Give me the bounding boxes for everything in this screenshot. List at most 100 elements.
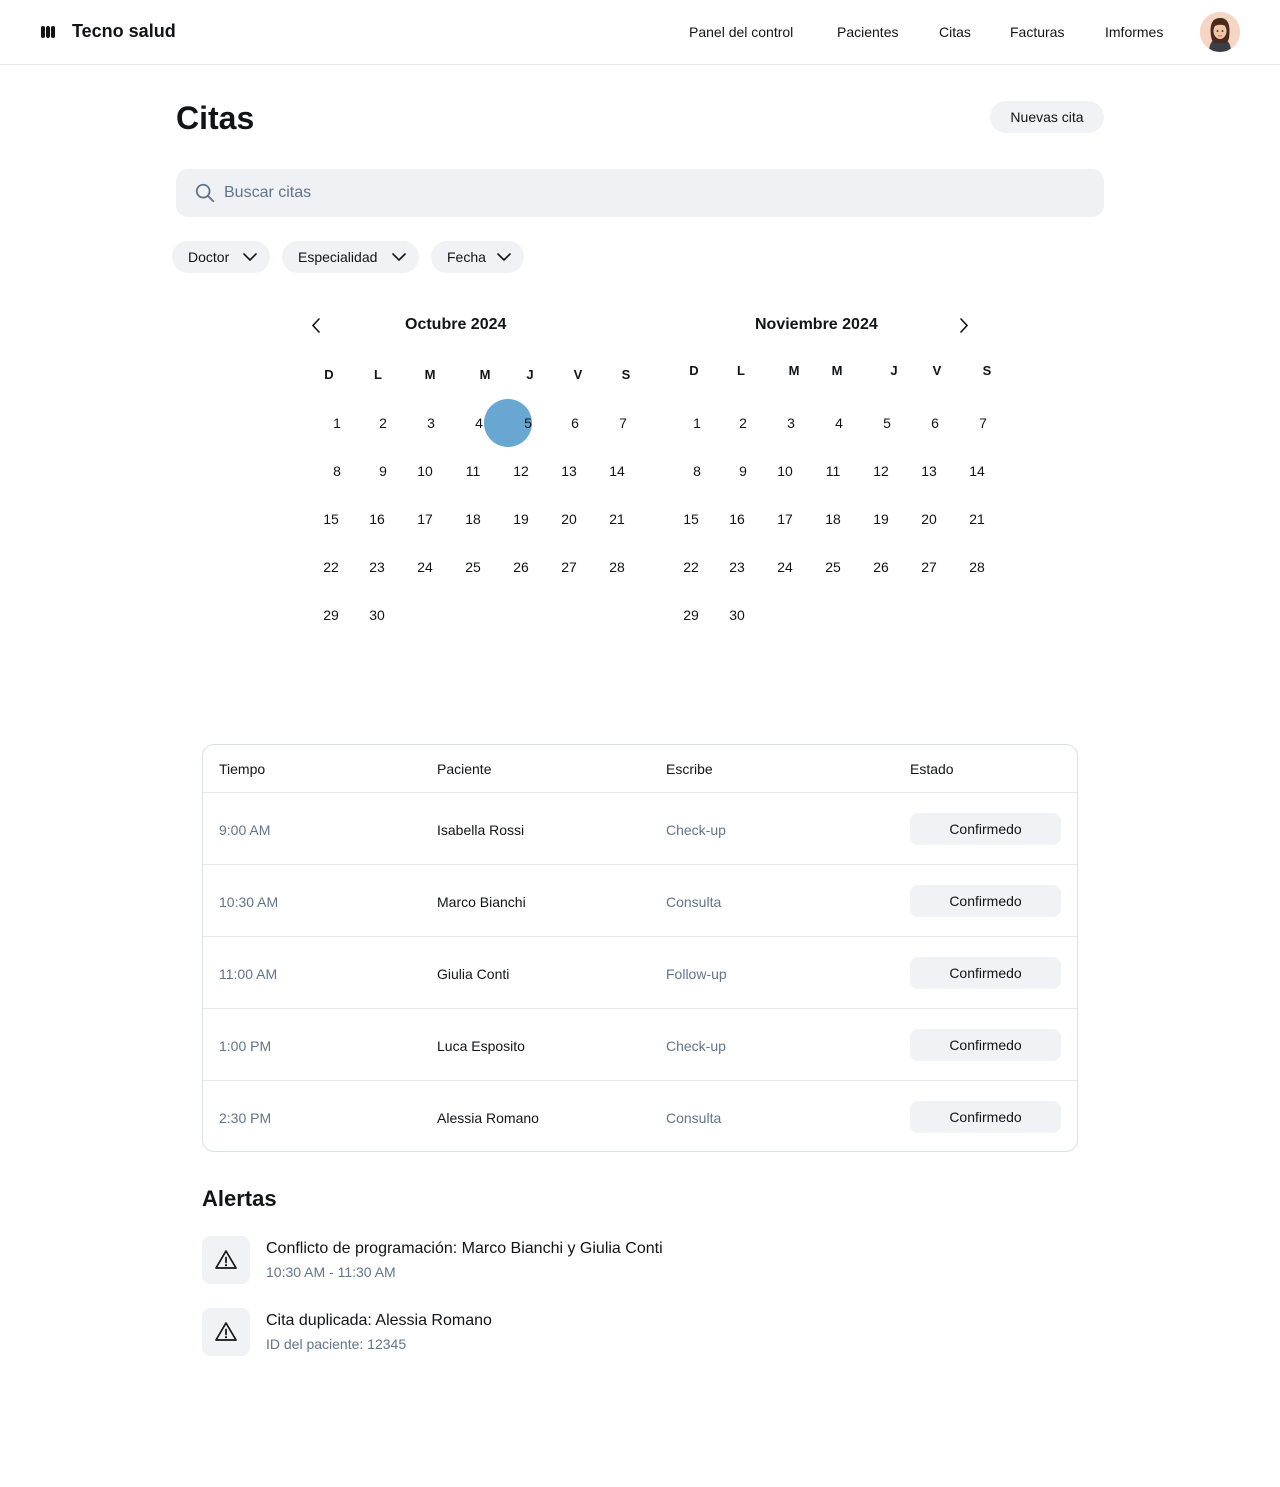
next-month-icon[interactable] [954,316,974,336]
calendar-day[interactable]: 24 [410,559,440,575]
calendar-day[interactable]: 2 [368,415,398,431]
calendar-day[interactable]: 16 [362,511,392,527]
calendar-day[interactable]: 13 [914,463,944,479]
calendar-day[interactable]: 10 [770,463,800,479]
calendar-day[interactable]: 20 [554,511,584,527]
calendar-day[interactable]: 25 [818,559,848,575]
calendar-day[interactable]: 2 [728,415,758,431]
calendar-day[interactable]: 4 [824,415,854,431]
status-badge[interactable]: Confirmedo [910,885,1061,917]
status-badge[interactable]: Confirmedo [910,1101,1061,1133]
calendar-day[interactable]: 30 [722,607,752,623]
table-row[interactable]: 1:00 PM Luca Esposito Check-up Confirmed… [203,1008,1077,1080]
column-header-patient: Paciente [437,761,492,777]
calendar-day[interactable]: 21 [962,511,992,527]
calendar-day[interactable]: 5 [872,415,902,431]
calendar-day[interactable]: 12 [866,463,896,479]
calendar-day[interactable]: 20 [914,511,944,527]
filter-doctor-label: Doctor [188,249,230,265]
weekday-label: J [526,367,534,382]
calendar-day[interactable]: 7 [608,415,638,431]
status-badge[interactable]: Confirmedo [910,957,1061,989]
calendar-day[interactable]: 23 [362,559,392,575]
calendar-day[interactable]: 1 [682,415,712,431]
calendar-day[interactable]: 9 [368,463,398,479]
calendar-day[interactable]: 26 [866,559,896,575]
appointment-time: 1:00 PM [219,1038,272,1054]
appointment-patient: Marco Bianchi [437,894,526,910]
calendar-day[interactable]: 3 [416,415,446,431]
alert-title[interactable]: Cita duplicada: Alessia Romano [266,1312,492,1330]
calendar-day[interactable]: 6 [920,415,950,431]
calendar-day[interactable]: 27 [914,559,944,575]
nav-dashboard[interactable]: Panel del control [689,24,793,40]
nav-appointments[interactable]: Citas [939,24,971,40]
nav-reports[interactable]: Imformes [1105,24,1163,40]
calendar-day[interactable]: 28 [602,559,632,575]
calendar-day[interactable]: 8 [322,463,352,479]
calendar-day[interactable]: 18 [458,511,488,527]
table-row[interactable]: 10:30 AM Marco Bianchi Consulta Confirme… [203,864,1077,936]
calendar-day[interactable]: 13 [554,463,584,479]
calendar-day[interactable]: 14 [602,463,632,479]
calendar-day[interactable]: 3 [776,415,806,431]
column-header-type: Escribe [666,761,713,777]
filter-date[interactable]: Fecha [431,241,524,273]
calendar-day[interactable]: 24 [770,559,800,575]
table-row[interactable]: 2:30 PM Alessia Romano Consulta Confirme… [203,1080,1077,1152]
brand-name[interactable]: Tecno salud [72,21,176,42]
calendar-day[interactable]: 30 [362,607,392,623]
calendar-day[interactable]: 22 [676,559,706,575]
appointment-time: 9:00 AM [219,822,271,838]
calendar-day[interactable]: 17 [410,511,440,527]
calendar-day[interactable]: 12 [506,463,536,479]
calendar-day[interactable]: 29 [316,607,346,623]
calendar-day[interactable]: 21 [602,511,632,527]
calendar-day[interactable]: 11 [818,463,848,479]
nav-patients[interactable]: Pacientes [837,24,898,40]
calendar-day[interactable]: 4 [464,415,494,431]
weekday-label: S [621,367,631,382]
column-header-status: Estado [910,761,954,777]
filter-doctor[interactable]: Doctor [172,241,270,273]
nav-invoices[interactable]: Facturas [1010,24,1064,40]
calendar-day[interactable]: 14 [962,463,992,479]
calendar-day[interactable]: 11 [458,463,488,479]
search-input[interactable] [224,169,1084,217]
calendar-day[interactable]: 8 [682,463,712,479]
page-title: Citas [176,100,255,136]
appointment-time: 10:30 AM [219,894,279,910]
appointment-patient: Luca Esposito [437,1038,525,1054]
calendar-day[interactable]: 19 [506,511,536,527]
calendar-day[interactable]: 7 [968,415,998,431]
calendar-day[interactable]: 6 [560,415,590,431]
calendar-day[interactable]: 19 [866,511,896,527]
calendar-day[interactable]: 18 [818,511,848,527]
status-badge[interactable]: Confirmedo [910,813,1061,845]
weekday-label: L [374,367,382,382]
calendar-day[interactable]: 10 [410,463,440,479]
table-row[interactable]: 11:00 AM Giulia Conti Follow-up Confirme… [203,936,1077,1008]
calendar-day[interactable]: 28 [962,559,992,575]
weekday-label: V [932,363,942,378]
calendar-day[interactable]: 25 [458,559,488,575]
calendar-day[interactable]: 16 [722,511,752,527]
alert-title[interactable]: Conflicto de programación: Marco Bianchi… [266,1240,663,1258]
calendar-day-selected[interactable]: 5 [513,415,543,431]
calendar-day[interactable]: 29 [676,607,706,623]
calendar-day[interactable]: 15 [316,511,346,527]
calendar-day[interactable]: 23 [722,559,752,575]
table-row[interactable]: 9:00 AM Isabella Rossi Check-up Confirme… [203,792,1077,864]
filter-specialty[interactable]: Especialidad [282,241,419,273]
calendar-day[interactable]: 26 [506,559,536,575]
calendar-day[interactable]: 17 [770,511,800,527]
new-appointment-button[interactable]: Nuevas cita [990,101,1104,133]
previous-month-icon[interactable] [306,316,326,336]
calendar-day[interactable]: 27 [554,559,584,575]
user-avatar[interactable] [1200,12,1240,52]
calendar-day[interactable]: 22 [316,559,346,575]
calendar-day[interactable]: 1 [322,415,352,431]
calendar-day[interactable]: 15 [676,511,706,527]
calendar-day[interactable]: 9 [728,463,758,479]
status-badge[interactable]: Confirmedo [910,1029,1061,1061]
